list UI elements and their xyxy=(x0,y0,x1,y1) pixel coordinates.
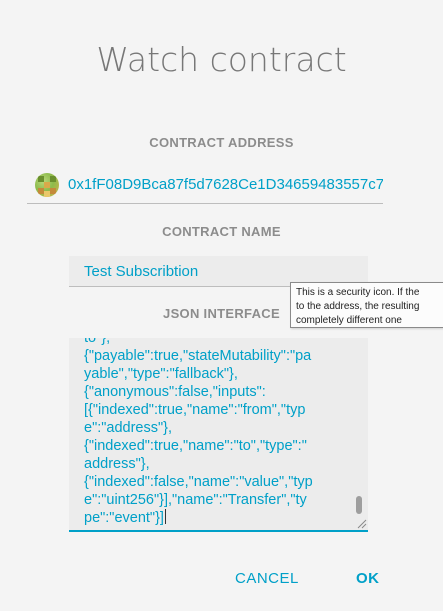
json-line: address"}, xyxy=(84,456,150,472)
json-line: {"indexed":false,"name":"value","typ xyxy=(84,474,313,490)
json-line: e":"address"}, xyxy=(84,420,172,436)
json-line: {"anonymous":false,"inputs": xyxy=(84,384,266,400)
ok-button[interactable]: OK xyxy=(356,570,380,587)
contract-name-label: CONTRACT NAME xyxy=(162,224,281,239)
identicon-icon[interactable] xyxy=(35,173,59,197)
json-line: {"payable":true,"stateMutability":"pa xyxy=(84,348,312,364)
tooltip-line: This is a security icon. If the xyxy=(296,287,420,298)
json-line: yable","type":"fallback"}, xyxy=(84,366,238,382)
json-interface-content[interactable]: to"}, {"payable":true,"stateMutability":… xyxy=(84,338,352,527)
resize-handle-icon[interactable] xyxy=(357,519,367,529)
cancel-button[interactable]: CANCEL xyxy=(235,570,299,587)
contract-address-field[interactable]: 0x1fF08D9Bca87f5d7628Ce1D34659483557c7c xyxy=(27,169,383,204)
json-interface-textarea[interactable]: to"}, {"payable":true,"stateMutability":… xyxy=(69,338,368,532)
json-line: to"}, xyxy=(84,338,111,346)
scrollbar-thumb[interactable] xyxy=(356,496,362,514)
dialog-title: Watch contract xyxy=(96,40,347,79)
contract-name-value[interactable]: Test Subscribtion xyxy=(84,263,198,280)
watch-contract-dialog: Watch contract CONTRACT ADDRESS 0x1fF08D… xyxy=(0,0,443,611)
contract-address-label: CONTRACT ADDRESS xyxy=(149,135,294,150)
security-icon-tooltip: This is a security icon. If the to the a… xyxy=(290,282,443,328)
tooltip-line: to the address, the resulting xyxy=(296,301,420,312)
json-line: e":"uint256"}],"name":"Transfer","ty xyxy=(84,492,307,508)
contract-address-value[interactable]: 0x1fF08D9Bca87f5d7628Ce1D34659483557c7c xyxy=(68,176,383,193)
json-line: {"indexed":true,"name":"to","type":" xyxy=(84,438,307,454)
tooltip-line: completely different one xyxy=(296,315,402,326)
text-caret xyxy=(164,509,166,524)
json-line: [{"indexed":true,"name":"from","typ xyxy=(84,402,306,418)
json-line: pe":"event"}] xyxy=(84,510,164,526)
